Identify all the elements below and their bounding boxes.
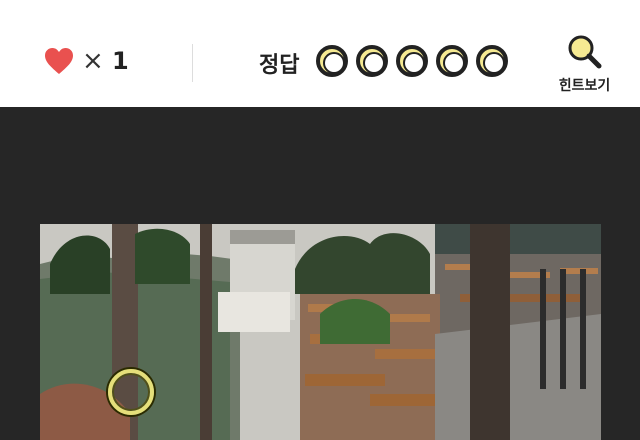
times-symbol: ×	[82, 46, 104, 76]
answer-slot	[476, 45, 508, 77]
lives-count: 1	[112, 47, 129, 75]
magnifier-icon	[568, 35, 602, 69]
divider	[192, 44, 193, 82]
answer-label: 정답	[259, 53, 300, 78]
answer-slot	[436, 45, 468, 77]
found-difference-marker	[108, 369, 154, 415]
answer-progress	[316, 45, 508, 79]
answer-slot	[396, 45, 428, 77]
heart-icon	[45, 48, 73, 74]
answer-slot	[316, 45, 348, 77]
hint-button[interactable]: 힌트보기	[547, 25, 622, 100]
answer-slot	[356, 45, 388, 77]
hint-label: 힌트보기	[558, 78, 611, 94]
